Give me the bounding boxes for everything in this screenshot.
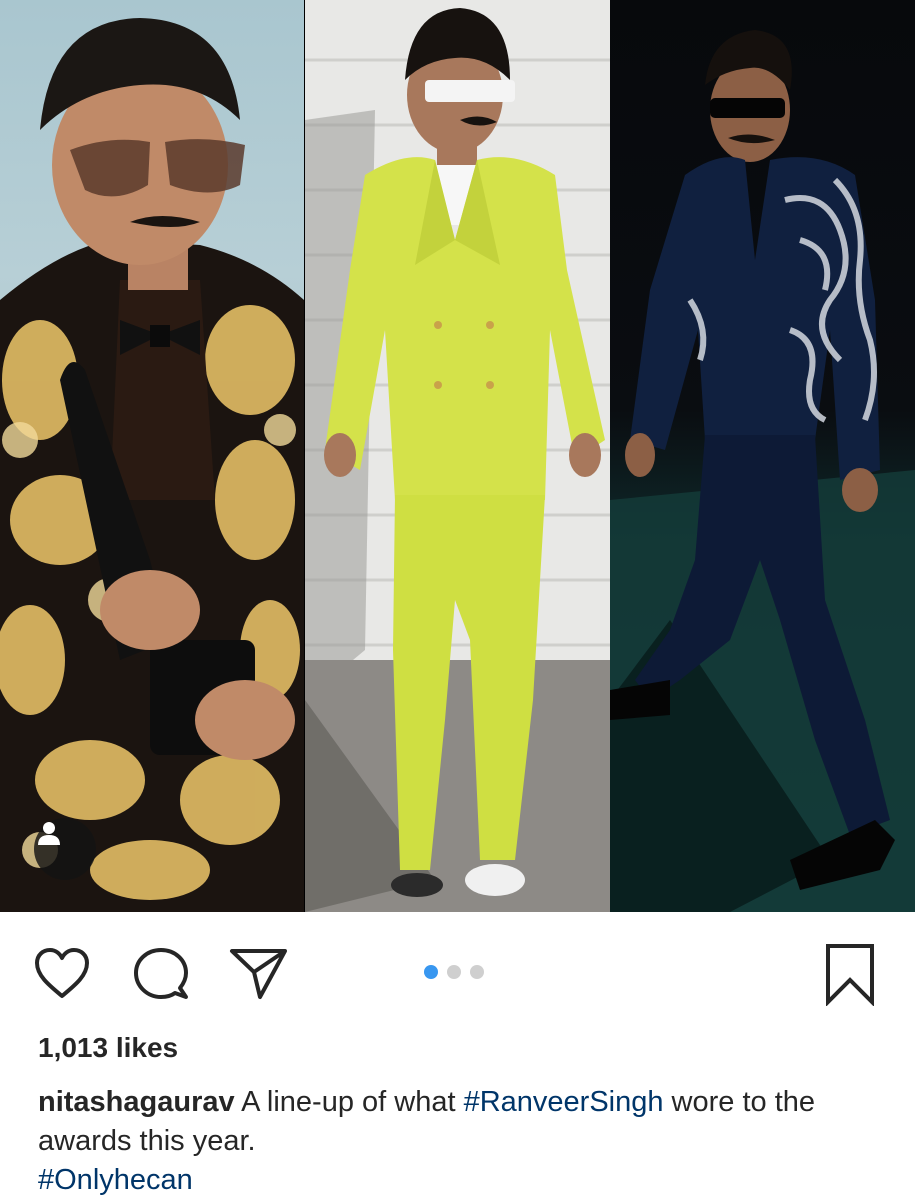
carousel-indicator bbox=[424, 965, 484, 979]
carousel-dot bbox=[470, 965, 484, 979]
heart-icon bbox=[35, 948, 89, 998]
post-caption: nitashagaurav A line-up of what #Ranveer… bbox=[38, 1083, 898, 1200]
hashtag-link[interactable]: #Onlyhecan bbox=[38, 1161, 898, 1200]
comment-bubble-icon bbox=[134, 948, 188, 999]
comment-button[interactable] bbox=[128, 942, 192, 1006]
paper-plane-icon bbox=[230, 949, 287, 999]
caption-username[interactable]: nitashagaurav bbox=[38, 1086, 235, 1118]
bookmark-icon bbox=[826, 944, 874, 1006]
user-tag-icon bbox=[38, 822, 60, 845]
carousel-dot bbox=[447, 965, 461, 979]
caption-text: A line-up of what bbox=[234, 1086, 464, 1118]
likes-count[interactable]: 1,013 likes bbox=[38, 1032, 178, 1064]
like-button[interactable] bbox=[30, 942, 94, 1006]
save-bookmark-button[interactable] bbox=[818, 942, 882, 1006]
post-image-carousel[interactable] bbox=[0, 0, 915, 912]
tag-people-button[interactable] bbox=[34, 818, 96, 880]
photo-panel-lime-suit bbox=[305, 0, 610, 912]
carousel-dot-active bbox=[424, 965, 438, 979]
hashtag-link[interactable]: #RanveerSingh bbox=[464, 1086, 664, 1118]
photo-panel-gold-jacket bbox=[0, 0, 304, 912]
share-button[interactable] bbox=[226, 942, 290, 1006]
photo-panel-navy-suit bbox=[610, 0, 915, 912]
